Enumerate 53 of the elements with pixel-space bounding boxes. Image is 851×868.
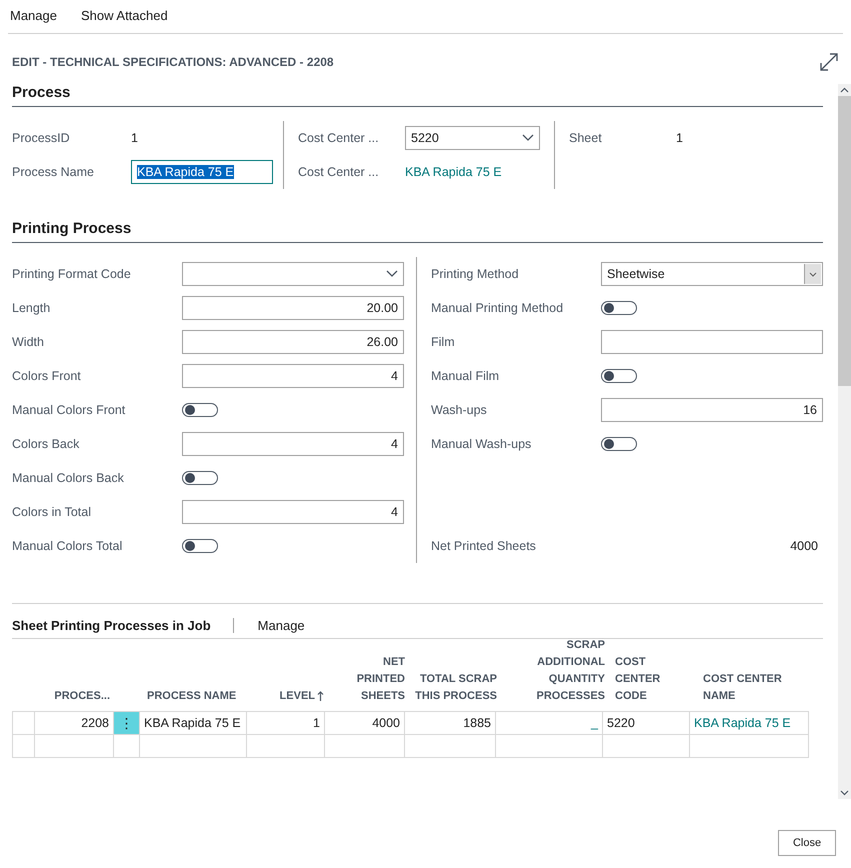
select-field[interactable]: Sheetwise [601,262,823,286]
field-label: Colors Back [12,437,80,451]
subpage-title: Sheet Printing Processes in Job [12,618,234,632]
field-value: 1 [131,131,138,145]
column-header[interactable]: TOTAL SCRAP THIS PROCESS [410,639,502,711]
input-field[interactable]: 16 [601,398,823,422]
field-label: Colors in Total [12,505,92,519]
field-label: Manual Film [431,369,500,383]
field-label: Net Printed Sheets [431,539,537,553]
column-header[interactable]: LEVEL [250,639,329,711]
field-label: Manual Colors Total [12,539,124,553]
field-label: Process Name [12,165,95,179]
section-heading: Process [12,84,823,107]
field-value: 4000 [790,539,818,553]
field-label: Printing Method [431,267,520,281]
input-field[interactable]: 4 [182,364,404,388]
field-label: Manual Wash-ups [431,437,532,451]
field-label: Colors Front [12,369,82,383]
field-link[interactable]: KBA Rapida 75 E [405,165,502,179]
column-header[interactable]: NET PRINTED SHEETS [329,639,410,711]
column-header[interactable]: PROCESS NAME [142,639,250,711]
action-menu-item[interactable]: Manage [258,618,305,632]
column-header[interactable]: SCRAP ADDITIONAL QUANTITY PROCESSES [502,639,610,711]
field-label: Cost Center ... [298,165,380,179]
field-label: Cost Center ... [298,131,380,145]
field-label: Manual Colors Back [12,471,125,485]
dialog-title: EDIT - TECHNICAL SPECIFICATIONS: ADVANCED - 2208 [12,55,334,69]
cell-link[interactable]: KBA Rapida 75 E [694,716,791,730]
field-label: Manual Colors Front [12,403,126,417]
field-label: Length [12,301,52,315]
field-label: Manual Printing Method [431,301,564,315]
section-heading: Printing Process [12,220,823,243]
field-label: Film [431,335,456,349]
select-field[interactable]: 5220 [405,126,540,150]
input-field[interactable]: 20.00 [182,296,404,320]
field-label: Wash-ups [431,403,488,417]
close-button[interactable]: Close [778,830,836,856]
field-label: Printing Format Code [12,267,132,281]
action-menu-item[interactable]: Show Attached [80,8,168,33]
input-field[interactable]: 26.00 [182,330,404,354]
column-header[interactable]: PROCES... [35,639,115,711]
column-header[interactable]: COST CENTER NAME [698,639,818,711]
row-menu-button[interactable]: ⋮ [113,711,140,735]
input-field[interactable]: KBA Rapida 75 E [131,160,273,184]
field-value: 1 [676,131,683,145]
field-label: Sheet [569,131,603,145]
input-field[interactable]: 4 [182,432,404,456]
action-menu-item[interactable]: Manage [10,8,57,33]
input-field[interactable]: 4 [182,500,404,524]
field-label: ProcessID [12,131,71,145]
field-label: Width [12,335,45,349]
column-header[interactable]: COST CENTER CODE [610,639,698,711]
cell-link[interactable]: _ [591,716,598,730]
